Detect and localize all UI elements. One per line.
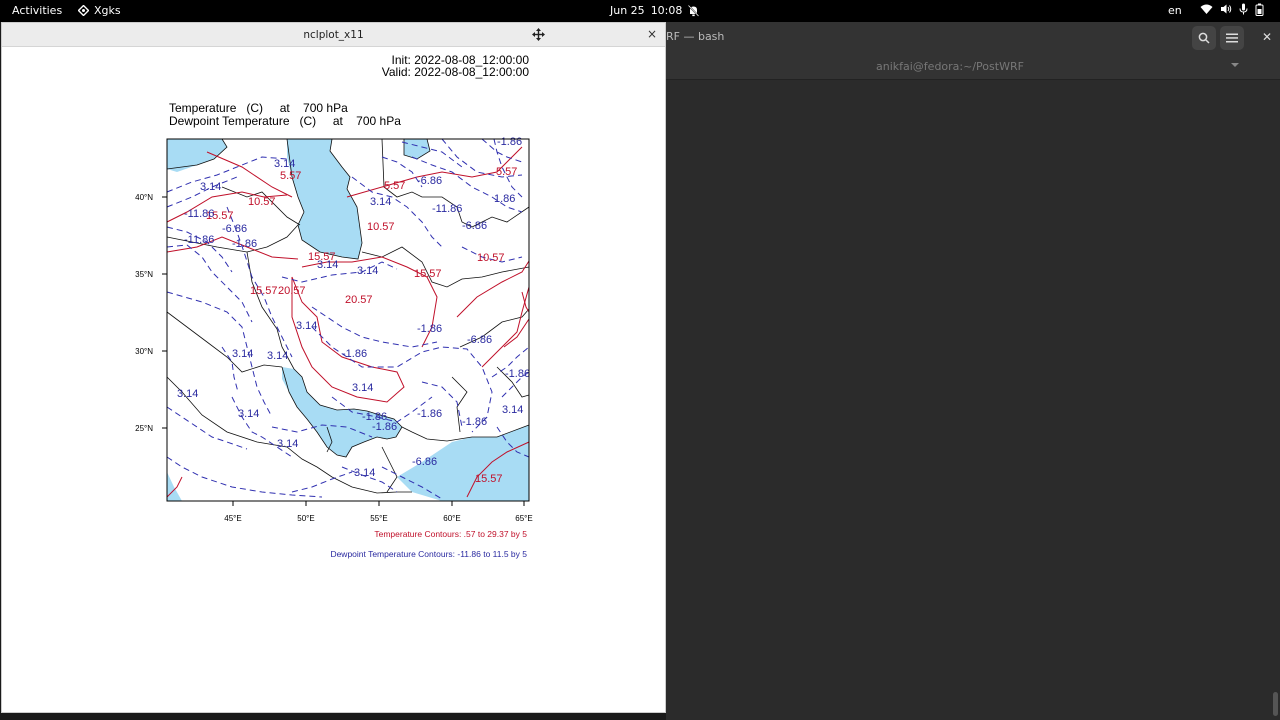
app-diamond-icon: [78, 5, 89, 16]
battery-icon: [1255, 3, 1264, 16]
temp-label: 5.57: [496, 166, 517, 178]
temp-label: 5.57: [384, 180, 405, 192]
dew-label: 3.14: [277, 438, 298, 450]
dewpoint-contour-note: Dewpoint Temperature Contours: -11.86 to…: [330, 549, 527, 559]
lat-tick: 35°N: [135, 270, 153, 279]
dew-label: -1.86: [497, 136, 522, 148]
temp-label: 10.57: [477, 252, 505, 264]
dew-label: 3.14: [357, 265, 378, 277]
dew-label: 3.14: [296, 320, 317, 332]
lon-tick: 65°E: [515, 514, 532, 523]
input-language[interactable]: en: [1168, 4, 1182, 17]
dew-label: -6.86: [417, 175, 442, 187]
lon-tick: 60°E: [443, 514, 460, 523]
wifi-icon: [1200, 4, 1213, 14]
temp-label: 5.57: [280, 170, 301, 182]
notifications-muted-icon: [688, 4, 700, 17]
terminal-subtitle: anikfai@fedora:~/PostWRF: [876, 60, 1024, 73]
temp-label: 15.57: [475, 473, 503, 485]
time-label: 10:08: [650, 4, 683, 17]
dew-label: 1.86: [494, 193, 515, 205]
dew-label: -11.86: [432, 203, 462, 215]
temp-label: 15.57: [250, 285, 278, 297]
dew-label: -6.86: [412, 456, 437, 468]
longitude-axis: 45°E 50°E 55°E 60°E 65°E: [224, 501, 533, 523]
date-label: Jun 25: [610, 4, 645, 17]
dew-label: -1.86: [232, 238, 257, 250]
clock[interactable]: Jun 25 10:08: [610, 4, 700, 17]
search-button[interactable]: [1192, 26, 1216, 50]
terminal-header: RF — bash anikfai@fedora:~/PostWRF ✕: [666, 22, 1280, 80]
dew-label: 3.14: [354, 467, 375, 479]
valid-time-label: Valid: 2022-08-08_12:00:00: [382, 65, 530, 79]
dew-label: 3.14: [274, 158, 295, 170]
temp-label: 10.57: [367, 221, 395, 233]
dew-label: -6.86: [467, 334, 492, 346]
temperature-contour-note: Temperature Contours: .57 to 29.37 by 5: [374, 529, 527, 539]
search-icon: [1198, 32, 1210, 44]
terminal-title: RF — bash: [666, 30, 725, 43]
dew-label: 3.14: [370, 196, 391, 208]
system-tray[interactable]: [1200, 3, 1264, 16]
dew-label: -11.86: [184, 234, 214, 246]
lat-tick: 30°N: [135, 347, 153, 356]
top-bar: Activities Xgks Jun 25 10:08 en: [0, 0, 1280, 22]
dew-label: 3.14: [352, 382, 373, 394]
dew-label: 3.14: [317, 259, 338, 271]
dew-label: -1.86: [372, 421, 397, 433]
terminal-scrollbar[interactable]: [1273, 692, 1278, 716]
temp-label: 20.57: [345, 294, 373, 306]
dew-label: -1.86: [417, 408, 442, 420]
dew-label: -1.86: [417, 323, 442, 335]
app-name: Xgks: [94, 4, 121, 17]
weather-plot: Init: 2022-08-08_12:00:00 Valid: 2022-08…: [135, 53, 533, 559]
dew-label: 3.14: [232, 348, 253, 360]
dew-label: -11.86: [184, 208, 214, 220]
lat-tick: 40°N: [135, 193, 153, 202]
dew-label: -1.86: [505, 368, 530, 380]
microphone-icon: [1239, 3, 1248, 15]
window-title: nclplot_x11: [303, 29, 364, 41]
dew-label: 3.14: [238, 408, 259, 420]
lon-tick: 45°E: [224, 514, 241, 523]
hamburger-icon: [1226, 33, 1238, 43]
window-close-button[interactable]: ×: [647, 27, 657, 41]
dew-label: 3.14: [267, 350, 288, 362]
temp-label: 20.57: [278, 285, 306, 297]
temp-label: 15.57: [414, 268, 442, 280]
latitude-axis: 40°N 35°N 30°N 25°N: [135, 193, 167, 433]
activities-button[interactable]: Activities: [12, 4, 62, 17]
lon-tick: 50°E: [297, 514, 314, 523]
lat-tick: 25°N: [135, 424, 153, 433]
menu-button[interactable]: [1220, 26, 1244, 50]
terminal-close-button[interactable]: ✕: [1262, 30, 1272, 44]
tab-dropdown-icon[interactable]: [1230, 62, 1240, 68]
nclplot-window[interactable]: nclplot_x11 × Init: 2022-08-08_12:00:00 …: [1, 22, 666, 713]
dew-label: 3.14: [177, 388, 198, 400]
map: 5.57 5.57 10.57 15.57 10.57 15.57 10.57 …: [166, 136, 530, 502]
lon-tick: 55°E: [370, 514, 387, 523]
dew-label: 3.14: [200, 181, 221, 193]
temp-label: 10.57: [248, 196, 276, 208]
app-menu[interactable]: Xgks: [78, 4, 121, 17]
window-titlebar[interactable]: nclplot_x11 ×: [2, 23, 665, 47]
dew-label: 3.14: [502, 404, 523, 416]
move-cursor-icon: [532, 28, 545, 41]
dew-label: -6.86: [222, 223, 247, 235]
dew-label: -1.86: [462, 416, 487, 428]
volume-icon: [1221, 4, 1232, 14]
dew-label: -1.86: [342, 348, 367, 360]
plot-title-dewpoint: Dewpoint Temperature (C) at 700 hPa: [169, 114, 401, 128]
dew-label: -6.86: [462, 220, 487, 232]
terminal-window[interactable]: RF — bash anikfai@fedora:~/PostWRF ✕: [666, 22, 1280, 720]
plot-title-temperature: Temperature (C) at 700 hPa: [169, 101, 348, 115]
